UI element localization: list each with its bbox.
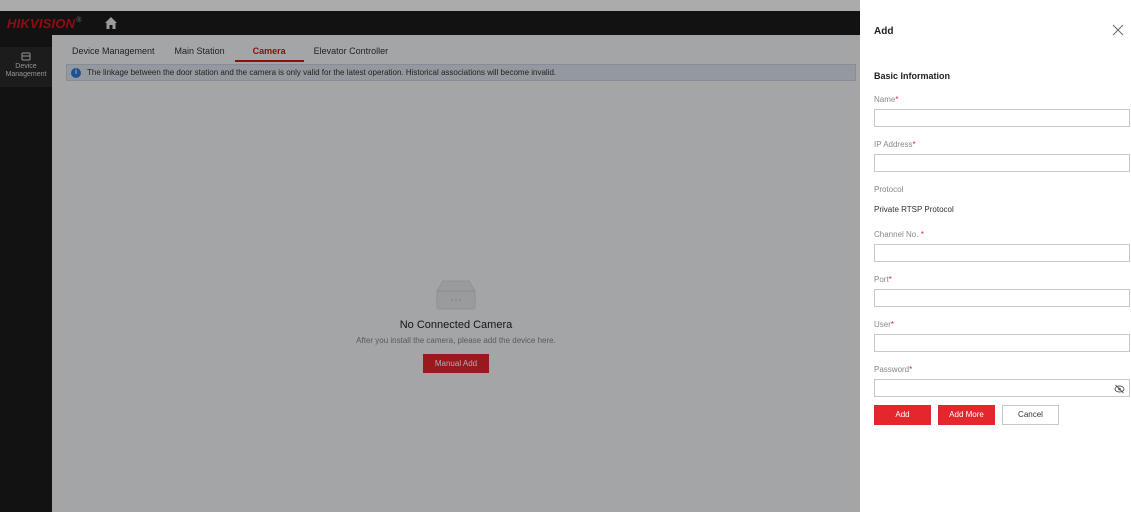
tab-device-management[interactable]: Device Management [62, 42, 165, 62]
empty-state: No Connected Camera After you install th… [52, 277, 860, 373]
name-label-text: Name [874, 95, 896, 104]
port-label: Port* [874, 275, 892, 284]
name-label: Name* [874, 95, 898, 104]
name-input[interactable] [874, 109, 1130, 127]
password-input[interactable] [874, 379, 1130, 397]
password-label: Password* [874, 365, 912, 374]
ip-address-label: IP Address* [874, 140, 916, 149]
logo-mark: ® [76, 17, 82, 25]
ip-address-input[interactable] [874, 154, 1130, 172]
left-nav: Device Management [0, 35, 52, 512]
eye-hidden-icon[interactable] [1114, 384, 1125, 394]
add-button[interactable]: Add [874, 405, 931, 425]
close-icon[interactable] [1112, 24, 1124, 36]
device-icon [21, 52, 31, 61]
empty-state-subtitle: After you install the camera, please add… [356, 336, 556, 345]
tab-main-station[interactable]: Main Station [165, 42, 235, 62]
required-mark: * [888, 275, 892, 284]
required-mark: * [909, 365, 913, 374]
manual-add-button[interactable]: Manual Add [422, 354, 490, 373]
nav-item-label: Device Management [5, 63, 47, 78]
password-label-text: Password [874, 365, 910, 374]
channel-no-label: Channel No. * [874, 230, 924, 239]
tab-elevator-controller[interactable]: Elevator Controller [304, 42, 399, 62]
top-bar: HIKVISION® [0, 11, 860, 35]
info-icon: i [71, 67, 81, 78]
add-more-button[interactable]: Add More [938, 405, 995, 425]
required-mark: * [890, 320, 895, 329]
nav-item-device-management[interactable]: Device Management [0, 47, 52, 87]
required-mark: * [912, 140, 916, 149]
section-title: Basic Information [874, 71, 951, 81]
tab-bar: Device Management Main Station Camera El… [62, 42, 398, 62]
tab-camera[interactable]: Camera [234, 42, 304, 62]
user-label-text: User [874, 320, 891, 329]
port-input[interactable] [874, 289, 1130, 307]
protocol-value: Private RTSP Protocol [874, 205, 954, 214]
protocol-label: Protocol [874, 185, 904, 194]
channel-no-input[interactable] [874, 244, 1130, 262]
info-banner-text: The linkage between the door station and… [87, 68, 557, 77]
cancel-button[interactable]: Cancel [1002, 405, 1059, 425]
required-mark: * [895, 95, 899, 104]
add-panel: Add Basic Information Name* IP Address* … [860, 0, 1131, 512]
required-mark: * [918, 230, 924, 239]
user-label: User* [874, 320, 894, 329]
info-banner: i The linkage between the door station a… [66, 64, 856, 81]
main-content: Device Management Main Station Camera El… [52, 35, 860, 512]
port-label-text: Port [874, 275, 889, 284]
logo-text: HIKVISION [7, 15, 76, 31]
home-icon[interactable] [104, 16, 118, 30]
user-input[interactable] [874, 334, 1130, 352]
channel-no-label-text: Channel No. [874, 230, 919, 239]
hikvision-logo[interactable]: HIKVISION® [7, 16, 82, 31]
panel-title: Add [874, 26, 894, 37]
empty-state-title: No Connected Camera [399, 319, 513, 331]
ip-address-label-text: IP Address [874, 140, 913, 149]
empty-box-icon [436, 280, 476, 310]
